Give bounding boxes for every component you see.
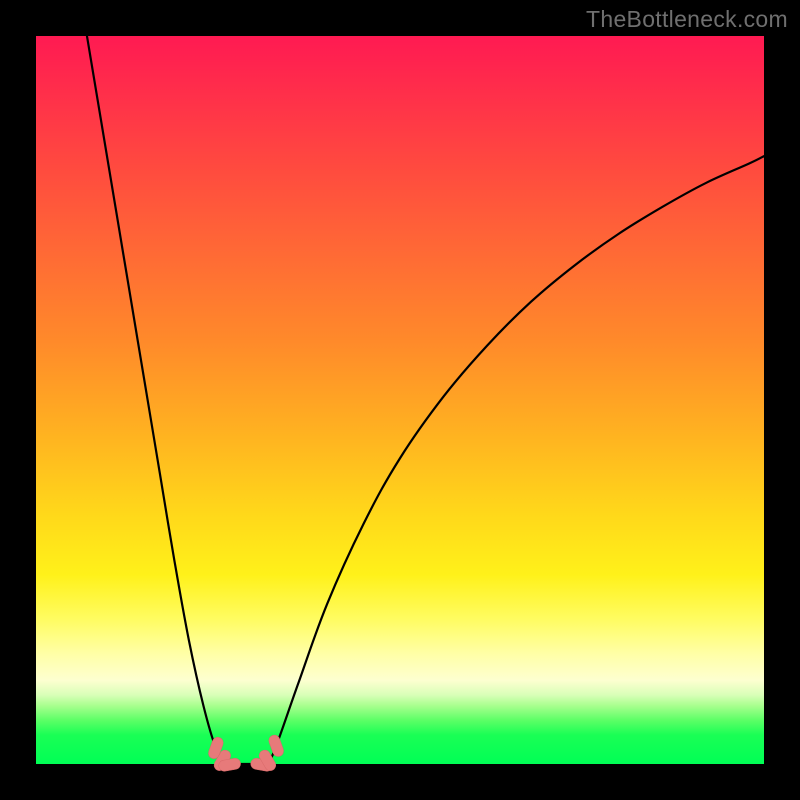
chart-frame: TheBottleneck.com	[0, 0, 800, 800]
plot-area	[36, 36, 764, 764]
bottleneck-curve	[87, 36, 764, 765]
watermark-text: TheBottleneck.com	[586, 6, 788, 33]
curve-layer	[36, 36, 764, 764]
curve-markers	[207, 734, 285, 773]
